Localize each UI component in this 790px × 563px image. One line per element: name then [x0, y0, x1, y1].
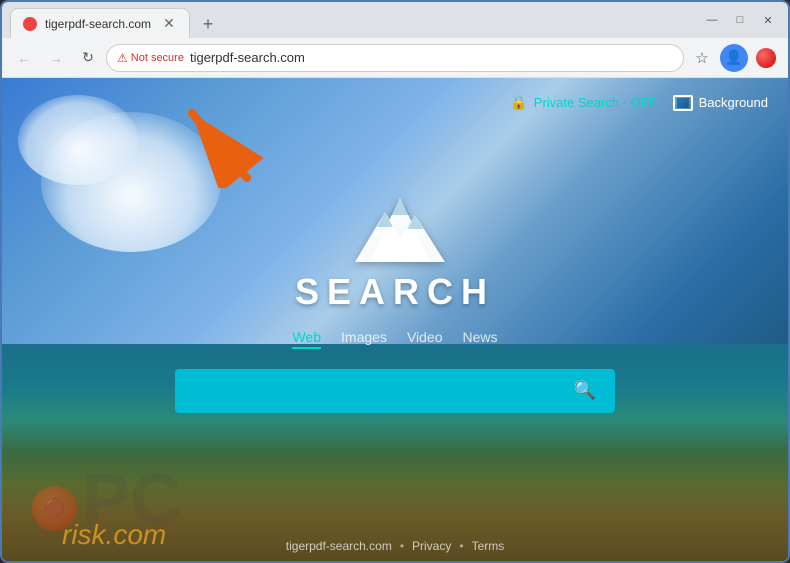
close-button[interactable]: ✕	[756, 8, 780, 32]
navigation-bar: ← → ↻ ⚠ Not secure tigerpdf-search.com ☆…	[2, 38, 788, 78]
mountain-logo: SEARCH	[295, 187, 495, 313]
nav-right-buttons: ☆ 👤	[688, 44, 780, 72]
bookmark-button[interactable]: ☆	[688, 44, 716, 72]
maximize-button[interactable]: □	[728, 8, 752, 32]
profile-icon: 👤	[725, 49, 742, 66]
extension-button[interactable]	[752, 44, 780, 72]
tab-images[interactable]: Images	[341, 329, 387, 349]
search-icon: 🔍	[574, 380, 596, 401]
profile-button[interactable]: 👤	[720, 44, 748, 72]
background-button[interactable]: Background	[673, 95, 768, 111]
footer-dot-1: •	[400, 539, 404, 553]
tab-news[interactable]: News	[463, 329, 498, 349]
address-bar[interactable]: ⚠ Not secure tigerpdf-search.com	[106, 44, 684, 72]
cloud-2	[18, 95, 138, 185]
title-bar: tigerpdf-search.com ✕ + — □ ✕	[2, 2, 788, 38]
watermark-risk-text: risk.com	[62, 519, 166, 551]
forward-button[interactable]: →	[42, 44, 70, 72]
page-footer: tigerpdf-search.com • Privacy • Terms	[286, 539, 504, 553]
search-input[interactable]	[189, 369, 561, 413]
back-button[interactable]: ←	[10, 44, 38, 72]
private-search-label: Private Search - OFF	[534, 95, 657, 110]
reload-button[interactable]: ↻	[74, 44, 102, 72]
tab-title: tigerpdf-search.com	[45, 17, 151, 31]
tab-close-button[interactable]: ✕	[161, 16, 177, 32]
warning-icon: ⚠	[117, 51, 128, 65]
browser-window: tigerpdf-search.com ✕ + — □ ✕ ← →	[0, 0, 790, 563]
tab-area: tigerpdf-search.com ✕ +	[10, 2, 696, 38]
tab-favicon	[23, 17, 37, 31]
search-bar[interactable]: 🔍	[175, 369, 615, 413]
window-controls: — □ ✕	[700, 8, 780, 32]
page-content: 🔴 PC risk.com 🔒 Private Search - OFF	[2, 78, 788, 561]
footer-link-terms[interactable]: Terms	[472, 539, 505, 553]
search-button[interactable]: 🔍	[569, 375, 601, 407]
top-right-controls: 🔒 Private Search - OFF Background	[510, 94, 768, 111]
footer-link-privacy[interactable]: Privacy	[412, 539, 451, 553]
browser-tab[interactable]: tigerpdf-search.com ✕	[10, 8, 190, 38]
new-tab-button[interactable]: +	[194, 10, 222, 38]
logo-text: SEARCH	[295, 271, 495, 313]
background-icon	[673, 95, 693, 111]
lock-icon: 🔒	[510, 94, 527, 111]
footer-link-site[interactable]: tigerpdf-search.com	[286, 539, 392, 553]
mountain-svg	[335, 187, 455, 267]
security-badge: ⚠ Not secure	[117, 51, 184, 65]
background-label: Background	[699, 95, 768, 110]
private-search-button[interactable]: 🔒 Private Search - OFF	[510, 94, 656, 111]
center-content: SEARCH Web Images Video News 🔍	[175, 187, 615, 413]
extension-icon	[756, 48, 776, 68]
footer-dot-2: •	[459, 539, 463, 553]
search-tabs: Web Images Video News	[292, 329, 497, 349]
tab-video[interactable]: Video	[407, 329, 443, 349]
tab-web[interactable]: Web	[292, 329, 321, 349]
bookmark-icon: ☆	[695, 49, 708, 67]
url-display: tigerpdf-search.com	[190, 50, 305, 65]
security-label: Not secure	[131, 52, 184, 64]
minimize-button[interactable]: —	[700, 8, 724, 32]
